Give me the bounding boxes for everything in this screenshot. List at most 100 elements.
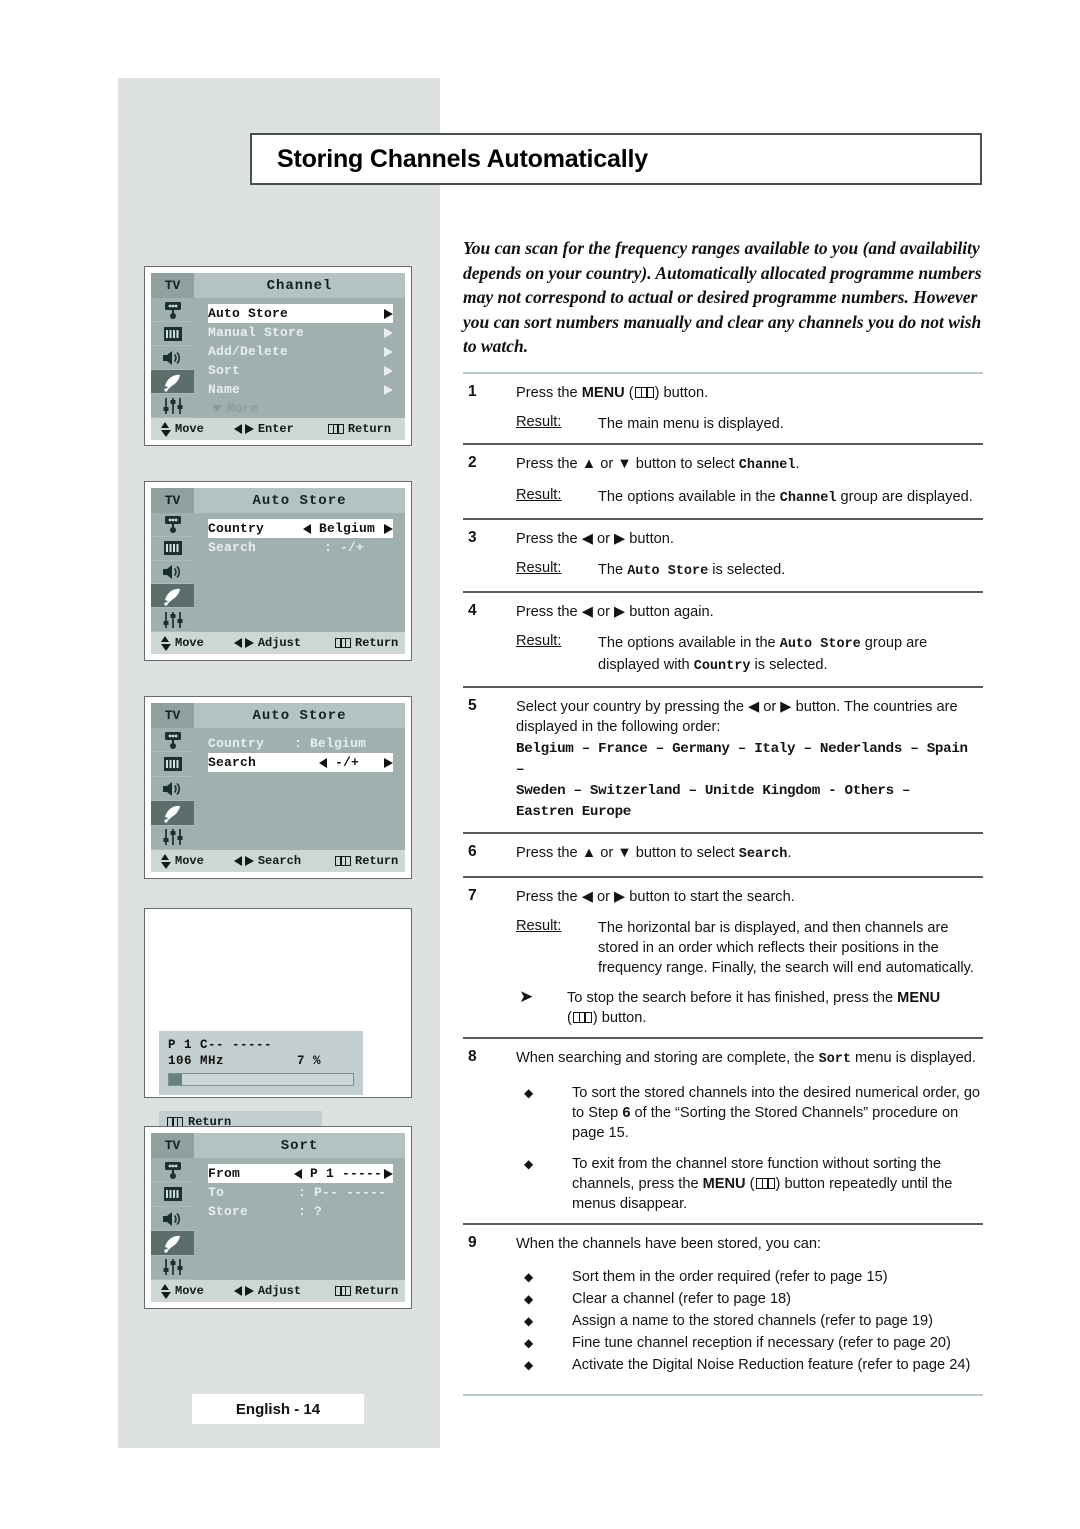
osd-field-search[interactable]: Search -/+ bbox=[208, 753, 393, 772]
chevron-right-icon bbox=[384, 346, 393, 357]
osd-footer: Move Adjust Return bbox=[151, 1280, 405, 1302]
osd-field-country[interactable]: Country Belgium bbox=[208, 519, 393, 538]
osd-term: Search bbox=[738, 847, 788, 862]
osd-term-2: Country bbox=[693, 659, 751, 674]
updown-icon bbox=[161, 635, 171, 651]
osd-field-store[interactable]: Store : ? bbox=[208, 1202, 393, 1221]
step-number: 4 bbox=[468, 602, 477, 619]
channel-dish-icon[interactable] bbox=[151, 1231, 194, 1256]
result-text: The horizontal bar is displayed, and the… bbox=[598, 920, 974, 976]
step-text: Press the ▲ or ▼ button to select Channe… bbox=[516, 454, 983, 478]
channel-dish-icon[interactable] bbox=[151, 370, 194, 394]
osd-footer-enter: Enter bbox=[233, 422, 294, 436]
picture-icon[interactable] bbox=[151, 1182, 194, 1207]
osd-title: Auto Store bbox=[194, 703, 405, 728]
diamond-bullet-icon: ◆ bbox=[524, 1336, 534, 1350]
result-label: Result: bbox=[516, 918, 562, 934]
search-status-box: P 1 C-- ----- 106 MHz 7 % bbox=[159, 1031, 363, 1095]
diamond-bullet-icon: ◆ bbox=[524, 1358, 534, 1372]
osd-term: Sort bbox=[818, 1052, 851, 1067]
chevron-right-icon[interactable] bbox=[384, 523, 393, 534]
diamond-bullet-icon: ◆ bbox=[524, 1292, 534, 1306]
bullet-item: ◆ Activate the Digital Noise Reduction f… bbox=[516, 1355, 983, 1375]
osd-footer-label: Adjust bbox=[257, 1284, 302, 1298]
channel-dish-icon[interactable] bbox=[151, 584, 194, 609]
picture-icon[interactable] bbox=[151, 752, 194, 777]
osd-field-label: To bbox=[208, 1185, 225, 1200]
setup-sliders-icon[interactable] bbox=[151, 394, 194, 418]
chevron-right-icon[interactable] bbox=[384, 1168, 393, 1179]
osd-footer-label: Search bbox=[257, 854, 302, 868]
chevron-left-icon[interactable] bbox=[294, 1168, 302, 1179]
osd-footer-label: Move bbox=[175, 422, 204, 436]
menu-icon bbox=[634, 387, 654, 398]
osd-footer: Move Enter Return bbox=[151, 418, 405, 440]
step-text: Select your country by pressing the ◀ or… bbox=[516, 699, 958, 735]
osd-field-search[interactable]: Search : -/+ bbox=[208, 538, 393, 557]
osd-menu-item-more[interactable]: More bbox=[208, 399, 393, 418]
bullet-item: ◆ Fine tune channel reception if necessa… bbox=[516, 1333, 983, 1353]
osd-field-label: Country bbox=[208, 736, 265, 751]
osd-menu-item-name[interactable]: Name bbox=[208, 380, 393, 399]
result-suffix: is selected. bbox=[708, 562, 786, 578]
osd-title: Auto Store bbox=[194, 488, 405, 513]
osd-field-from[interactable]: From P 1 ----- bbox=[208, 1164, 393, 1183]
search-frequency: 106 MHz bbox=[168, 1054, 225, 1068]
osd-field-label: Search bbox=[208, 755, 257, 770]
osd-screenshot-sort-menu: TV Sort From P 1 ----- To: P-- ----- St… bbox=[144, 1126, 412, 1309]
input-source-icon[interactable] bbox=[151, 728, 194, 753]
osd-icon-rail bbox=[151, 298, 194, 418]
search-percent: 7 % bbox=[296, 1054, 321, 1068]
chevron-right-icon[interactable] bbox=[384, 757, 393, 768]
step-text: Press the ▲ or ▼ button to select Search… bbox=[516, 843, 983, 867]
setup-sliders-icon[interactable] bbox=[151, 826, 194, 851]
page-number-badge: English - 14 bbox=[192, 1394, 364, 1424]
sound-icon[interactable] bbox=[151, 346, 194, 370]
menu-icon bbox=[755, 1178, 775, 1189]
osd-title: Sort bbox=[194, 1133, 405, 1158]
step-text-prefix: Press the bbox=[516, 385, 582, 401]
input-source-icon[interactable] bbox=[151, 1158, 194, 1183]
osd-menu-label: Auto Store bbox=[208, 306, 289, 321]
country-order-line-1: Belgium – France – Germany – Italy – Ned… bbox=[516, 741, 968, 778]
osd-menu-item-sort[interactable]: Sort bbox=[208, 361, 393, 380]
steps-list: 1 Press the MENU () button. Result: The … bbox=[463, 372, 983, 1396]
channel-dish-icon[interactable] bbox=[151, 801, 194, 826]
osd-menu-item-auto-store[interactable]: Auto Store bbox=[208, 304, 393, 323]
chevron-left-icon[interactable] bbox=[318, 757, 327, 768]
osd-menu-item-add-delete[interactable]: Add/Delete bbox=[208, 342, 393, 361]
setup-sliders-icon[interactable] bbox=[151, 608, 194, 632]
step-number: 8 bbox=[468, 1048, 477, 1065]
bullet-text: To sort the stored channels into the des… bbox=[572, 1083, 983, 1143]
osd-field-value: : Belgium bbox=[294, 736, 367, 751]
osd-icon-rail bbox=[151, 513, 194, 632]
diamond-bullet-icon: ◆ bbox=[524, 1314, 534, 1328]
picture-icon[interactable] bbox=[151, 537, 194, 561]
osd-footer-label: Return bbox=[355, 636, 399, 650]
result-label: Result: bbox=[516, 414, 562, 430]
picture-icon[interactable] bbox=[151, 322, 194, 346]
osd-footer-adjust: Adjust bbox=[233, 1284, 302, 1298]
sound-icon[interactable] bbox=[151, 777, 194, 802]
sound-icon[interactable] bbox=[151, 1207, 194, 1232]
osd-field-label: Store bbox=[208, 1204, 249, 1219]
menu-icon bbox=[327, 424, 344, 434]
osd-footer-label: Return bbox=[347, 422, 392, 436]
input-source-icon[interactable] bbox=[151, 513, 194, 537]
page-title: Storing Channels Automatically bbox=[277, 144, 648, 173]
osd-field-value: Belgium bbox=[318, 521, 375, 536]
osd-footer: Move Adjust Return bbox=[151, 632, 405, 654]
leftright-icon bbox=[233, 424, 254, 434]
chevron-left-icon[interactable] bbox=[302, 523, 311, 534]
osd-tv-label: TV bbox=[151, 703, 194, 728]
sound-icon[interactable] bbox=[151, 561, 194, 585]
bullet-item: ◆ Assign a name to the stored channels (… bbox=[516, 1311, 983, 1331]
osd-field-country[interactable]: Country : Belgium bbox=[208, 734, 393, 753]
leftright-icon bbox=[233, 856, 254, 866]
input-source-icon[interactable] bbox=[151, 298, 194, 322]
search-progress-bar bbox=[168, 1073, 354, 1086]
osd-footer-return: Return bbox=[335, 1284, 398, 1298]
setup-sliders-icon[interactable] bbox=[151, 1256, 194, 1281]
osd-field-to[interactable]: To : P-- ----- bbox=[208, 1183, 393, 1202]
osd-menu-item-manual-store[interactable]: Manual Store bbox=[208, 323, 393, 342]
